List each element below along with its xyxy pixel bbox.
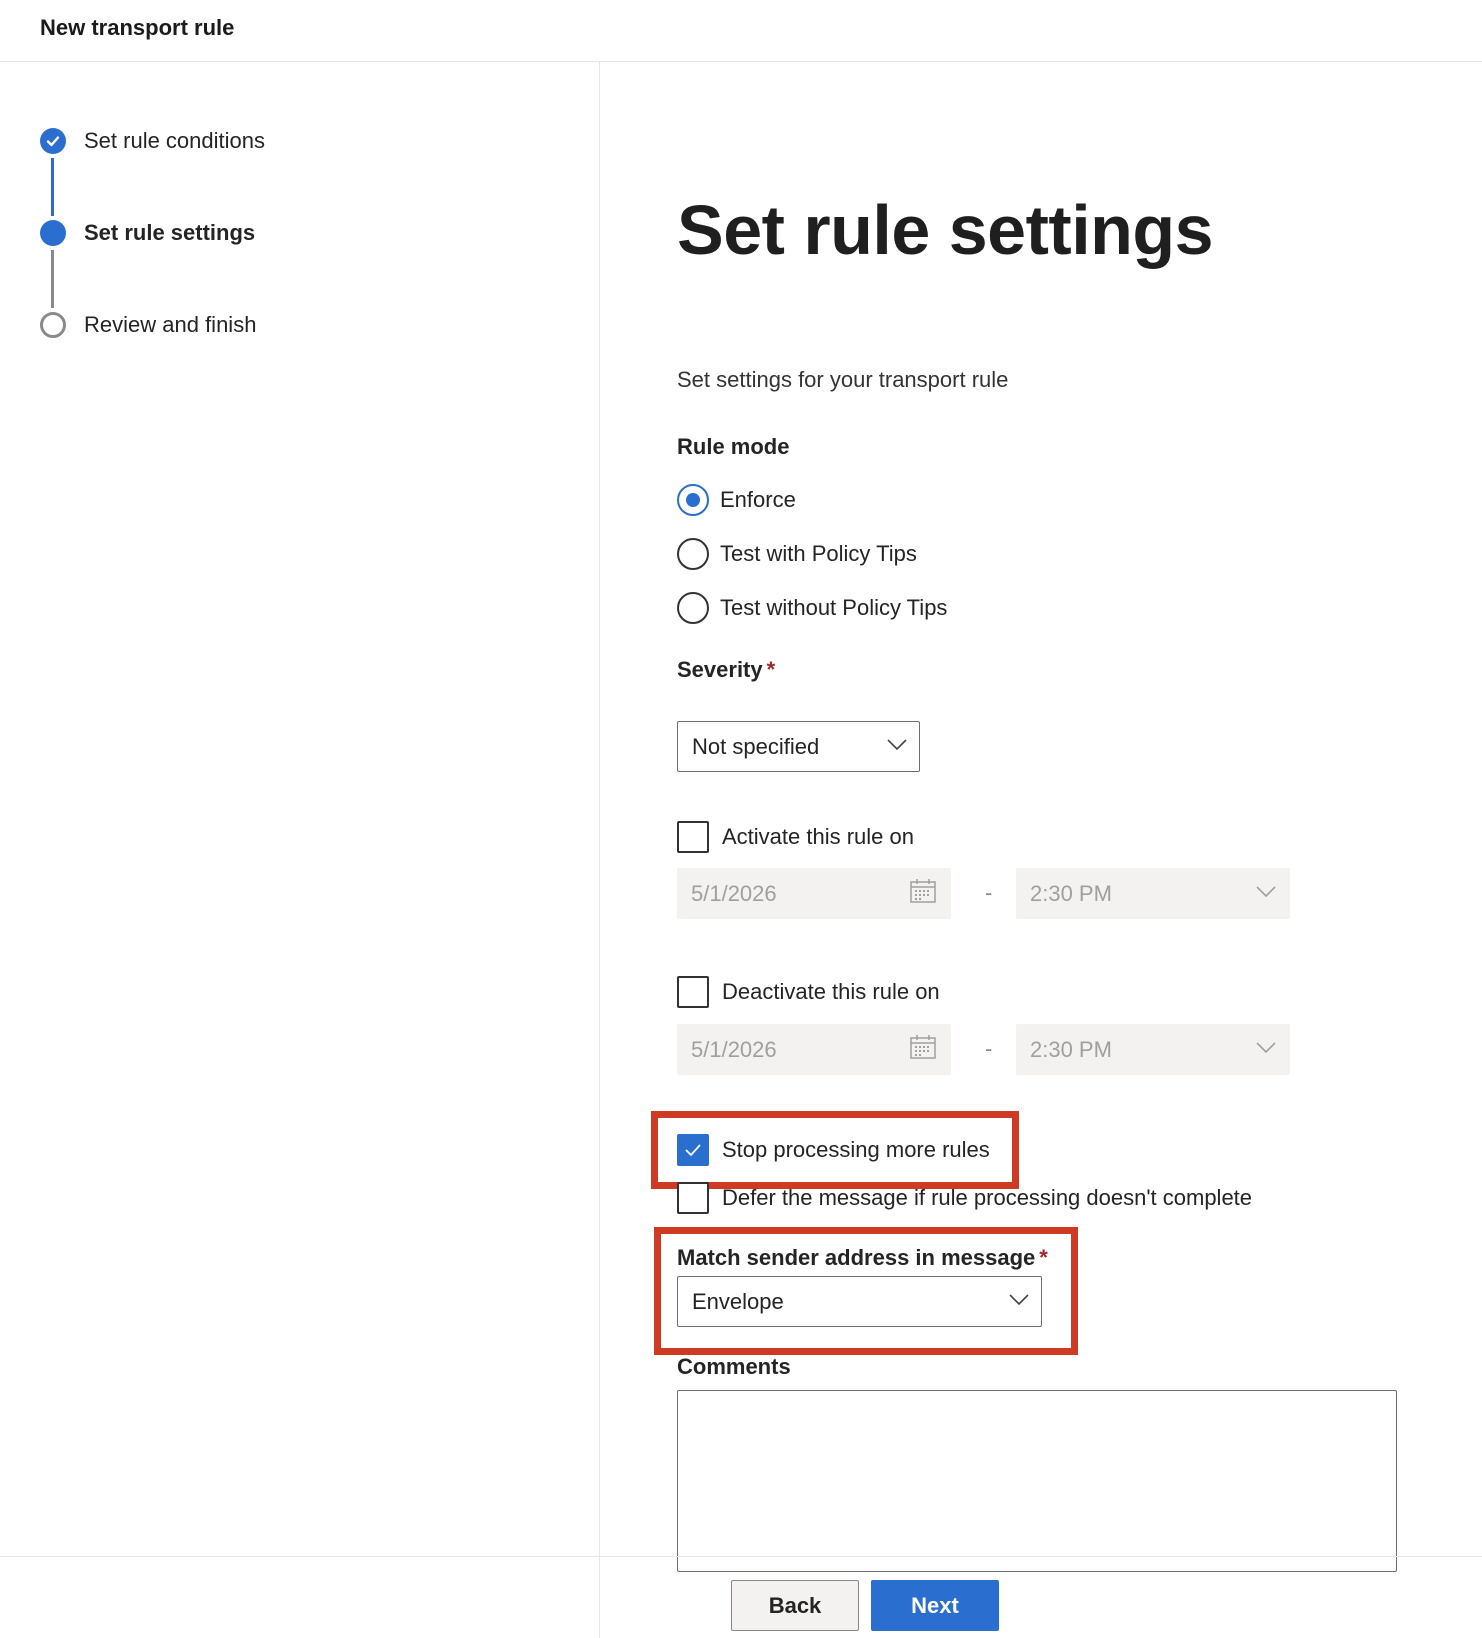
page-title: Set rule settings [677,191,1214,269]
radio-label: Test without Policy Tips [720,595,948,620]
activate-time-value: 2:30 PM [1030,880,1112,906]
deactivate-label: Deactivate this rule on [722,979,940,1004]
match-sender-label: Match sender address in message * [677,1245,1048,1271]
date-time-separator: - [985,880,993,905]
radio-test-without-policy-tips[interactable]: Test without Policy Tips [677,592,947,624]
severity-label-text: Severity [677,657,763,682]
wizard-step-review[interactable]: Review and finish [40,312,256,338]
severity-label: Severity * [677,657,775,683]
chevron-down-icon [1009,1293,1029,1311]
deactivate-date-value: 5/1/2026 [691,1036,777,1062]
deactivate-checkbox[interactable] [677,976,709,1008]
deactivate-date-picker: 5/1/2026 [677,1024,951,1075]
activate-time-dropdown: 2:30 PM [1016,868,1290,919]
page-subtitle: Set settings for your transport rule [677,367,1009,392]
activate-date-value: 5/1/2026 [691,880,777,906]
chevron-down-icon [1256,885,1276,903]
chevron-down-icon [887,738,907,756]
deactivate-time-dropdown: 2:30 PM [1016,1024,1290,1075]
required-asterisk: * [1039,1245,1048,1270]
defer-message-checkbox[interactable] [677,1182,709,1214]
stop-processing-checkbox[interactable] [677,1134,709,1166]
wizard-steps: Set rule conditions Set rule settings Re… [0,62,599,1556]
wizard-step-label: Set rule conditions [84,128,265,153]
radio-button[interactable] [677,484,709,516]
radio-test-with-policy-tips[interactable]: Test with Policy Tips [677,538,917,570]
panel-title: New transport rule [40,15,235,40]
wizard-step-label: Set rule settings [84,220,256,245]
stop-processing-checkbox-row[interactable]: Stop processing more rules [677,1134,990,1166]
radio-button[interactable] [677,592,709,624]
panel-header: New transport rule [0,0,1482,62]
radio-enforce[interactable]: Enforce [677,484,796,516]
stop-processing-label: Stop processing more rules [722,1137,990,1162]
wizard-step-conditions[interactable]: Set rule conditions [40,128,265,154]
radio-button[interactable] [677,538,709,570]
required-asterisk: * [766,657,776,682]
step-connector-done [51,158,54,216]
back-button[interactable]: Back [731,1580,859,1631]
wizard-step-settings[interactable]: Set rule settings [40,220,255,246]
severity-value: Not specified [692,733,820,759]
deactivate-time-value: 2:30 PM [1030,1036,1112,1062]
step-connector-pending [51,250,54,308]
calendar-icon [909,1034,937,1065]
checkmark-icon [40,128,66,154]
defer-message-checkbox-row[interactable]: Defer the message if rule processing doe… [677,1182,1252,1214]
activate-rule-checkbox-row[interactable]: Activate this rule on [677,821,914,853]
footer-divider [0,1556,1482,1557]
activate-label: Activate this rule on [722,824,914,849]
radio-label: Enforce [720,487,796,512]
comments-textarea[interactable] [677,1390,1397,1572]
activate-date-picker: 5/1/2026 [677,868,951,919]
match-sender-label-text: Match sender address in message [677,1245,1036,1270]
deactivate-rule-checkbox-row[interactable]: Deactivate this rule on [677,976,940,1008]
current-step-icon [40,220,66,246]
rule-mode-label: Rule mode [677,434,790,459]
calendar-icon [909,878,937,909]
wizard-step-label: Review and finish [84,312,257,337]
chevron-down-icon [1256,1041,1276,1059]
radio-label: Test with Policy Tips [720,541,917,566]
date-time-separator: - [985,1036,993,1061]
activate-checkbox[interactable] [677,821,709,853]
pending-step-icon [40,312,66,338]
defer-message-label: Defer the message if rule processing doe… [722,1185,1253,1210]
match-sender-dropdown[interactable]: Envelope [677,1276,1042,1327]
checkmark-icon [685,1144,701,1157]
severity-dropdown[interactable]: Not specified [677,721,920,772]
comments-label: Comments [677,1354,791,1379]
next-button[interactable]: Next [871,1580,999,1631]
main-content: Set rule settings Set settings for your … [600,62,1482,1556]
match-sender-value: Envelope [692,1288,784,1314]
